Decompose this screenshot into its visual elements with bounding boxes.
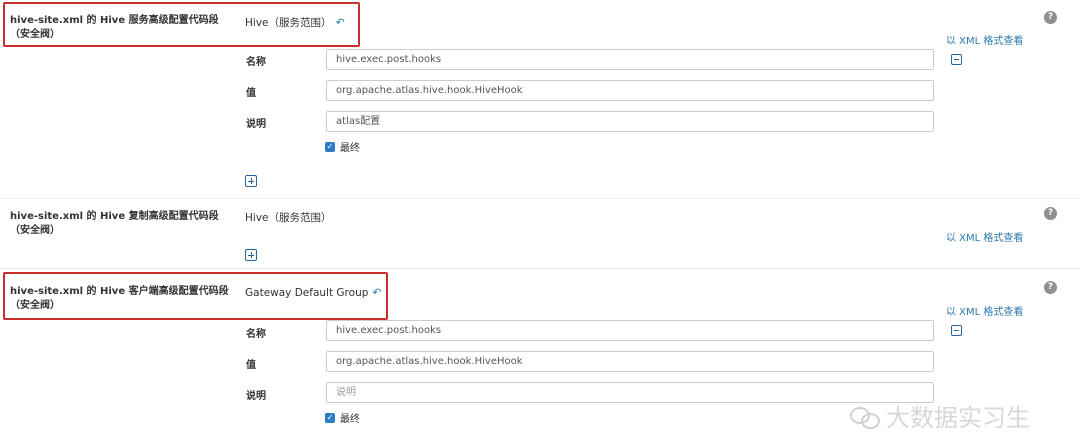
scope-label: Gateway Default Group ↶ [245, 286, 382, 299]
watermark: 大数据实习生 [850, 398, 1030, 433]
view-as-xml-link[interactable]: 以 XML 格式查看 [946, 32, 1023, 47]
config-section-hive-replication: hive-site.xml 的 Hive 复制高级配置代码段（安全阀） Hive… [0, 200, 1080, 266]
checkbox-checked-icon[interactable]: ✓ [325, 412, 335, 423]
wechat-icon [850, 405, 880, 429]
add-row-icon[interactable] [245, 249, 257, 261]
final-label: 最终 [340, 414, 360, 425]
remove-row-icon[interactable] [951, 54, 962, 65]
divider [0, 268, 1080, 269]
name-label: 名称 [246, 57, 266, 68]
remove-row-icon[interactable] [951, 325, 962, 336]
view-as-xml-link[interactable]: 以 XML 格式查看 [946, 229, 1023, 244]
section-title: hive-site.xml 的 Hive 服务高级配置代码段（安全阀） [10, 15, 219, 40]
add-row-icon[interactable] [245, 175, 257, 187]
divider [0, 198, 1080, 199]
description-input[interactable]: atlas配置 [326, 111, 934, 132]
value-input[interactable]: org.apache.atlas.hive.hook.HiveHook [326, 80, 934, 101]
description-input[interactable]: 说明 [326, 382, 934, 403]
name-input[interactable]: hive.exec.post.hooks [326, 320, 934, 341]
scope-text: Gateway Default Group [245, 286, 369, 299]
config-section-hive-service: hive-site.xml 的 Hive 服务高级配置代码段（安全阀） Hive… [0, 0, 1080, 200]
undo-icon[interactable]: ↶ [336, 16, 345, 29]
help-icon[interactable]: ? [1044, 207, 1057, 220]
name-input[interactable]: hive.exec.post.hooks [326, 49, 934, 70]
scope-label: Hive（服务范围） ↶ [245, 15, 345, 30]
help-icon[interactable]: ? [1044, 281, 1057, 294]
section-title: hive-site.xml 的 Hive 客户端高级配置代码段（安全阀） [10, 286, 229, 311]
value-label: 值 [246, 88, 256, 99]
scope-text: Hive（服务范围） [245, 17, 332, 29]
value-input[interactable]: org.apache.atlas.hive.hook.HiveHook [326, 351, 934, 372]
description-label: 说明 [246, 391, 266, 402]
value-label: 值 [246, 360, 256, 371]
scope-label: Hive（服务范围） [245, 210, 332, 225]
scope-text: Hive（服务范围） [245, 212, 332, 224]
checkbox-checked-icon[interactable]: ✓ [325, 141, 335, 152]
description-label: 说明 [246, 119, 266, 130]
undo-icon[interactable]: ↶ [372, 286, 381, 299]
view-as-xml-link[interactable]: 以 XML 格式查看 [946, 303, 1023, 318]
help-icon[interactable]: ? [1044, 11, 1057, 24]
watermark-text: 大数据实习生 [886, 404, 1030, 432]
name-label: 名称 [246, 329, 266, 340]
final-label: 最终 [340, 143, 360, 154]
final-checkbox[interactable]: ✓ 最终 [325, 139, 360, 154]
section-title: hive-site.xml 的 Hive 复制高级配置代码段（安全阀） [10, 211, 219, 236]
final-checkbox[interactable]: ✓ 最终 [325, 410, 360, 425]
